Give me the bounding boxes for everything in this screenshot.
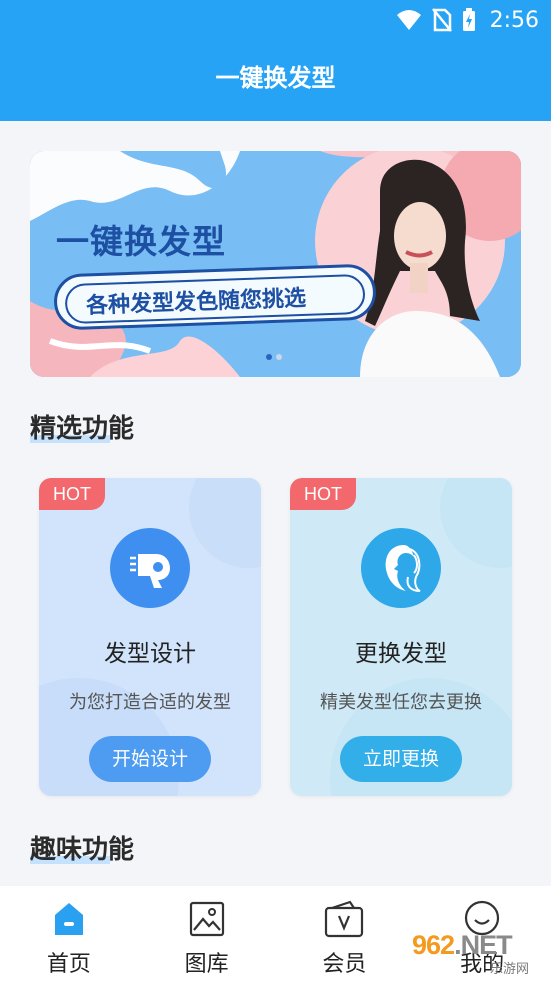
feature-card-change-hair[interactable]: HOT 更换发型 精美发型任您去更换 立即更换 <box>290 478 512 796</box>
banner-illustration <box>30 151 521 377</box>
battery-charging-icon <box>462 8 475 31</box>
card-decoration <box>440 478 512 568</box>
hair-dryer-icon <box>110 528 190 608</box>
card-title: 发型设计 <box>104 641 196 667</box>
hot-badge: HOT <box>39 478 105 510</box>
card-description: 精美发型任您去更换 <box>320 692 482 713</box>
no-sim-icon <box>431 8 452 32</box>
banner-carousel[interactable]: 一键换发型 各种发型发色随您挑选 <box>30 151 521 377</box>
nav-item-vip[interactable]: 会员 <box>276 886 414 981</box>
status-time: 2:56 <box>489 7 539 33</box>
card-decoration <box>189 478 261 568</box>
change-now-button[interactable]: 立即更换 <box>340 736 462 782</box>
section-title-fun: 趣味功能 <box>30 829 134 866</box>
carousel-dot <box>276 354 282 360</box>
wifi-icon <box>396 10 421 30</box>
card-description: 为您打造合适的发型 <box>69 692 231 713</box>
watermark-suffix: .NET <box>454 930 513 960</box>
section-title-featured: 精选功能 <box>30 408 134 445</box>
woman-profile-icon <box>361 528 441 608</box>
vip-icon <box>325 900 364 938</box>
feature-card-hair-design[interactable]: HOT 发型设计 为您打造合适的发型 开始设计 <box>39 478 261 796</box>
gallery-icon <box>189 901 224 937</box>
page-title: 一键换发型 <box>215 64 336 92</box>
carousel-dot-active <box>266 354 272 360</box>
nav-item-home[interactable]: 首页 <box>0 886 138 981</box>
hot-badge: HOT <box>290 478 356 510</box>
watermark-subtext: 乐游网 <box>490 962 530 977</box>
status-bar: 2:56 <box>396 6 539 34</box>
start-design-button[interactable]: 开始设计 <box>89 736 211 782</box>
nav-label: 首页 <box>46 952 91 977</box>
card-title: 更换发型 <box>355 641 447 667</box>
home-icon <box>54 903 83 935</box>
banner-headline: 一键换发型 <box>56 222 226 261</box>
nav-item-gallery[interactable]: 图库 <box>138 886 276 981</box>
app-header: 2:56 一键换发型 <box>0 0 551 121</box>
site-watermark: 962.NET 乐游网 <box>412 930 550 980</box>
carousel-indicator <box>266 354 282 360</box>
nav-label: 会员 <box>322 952 367 977</box>
watermark-number: 962 <box>412 930 455 960</box>
nav-label: 图库 <box>184 952 229 977</box>
